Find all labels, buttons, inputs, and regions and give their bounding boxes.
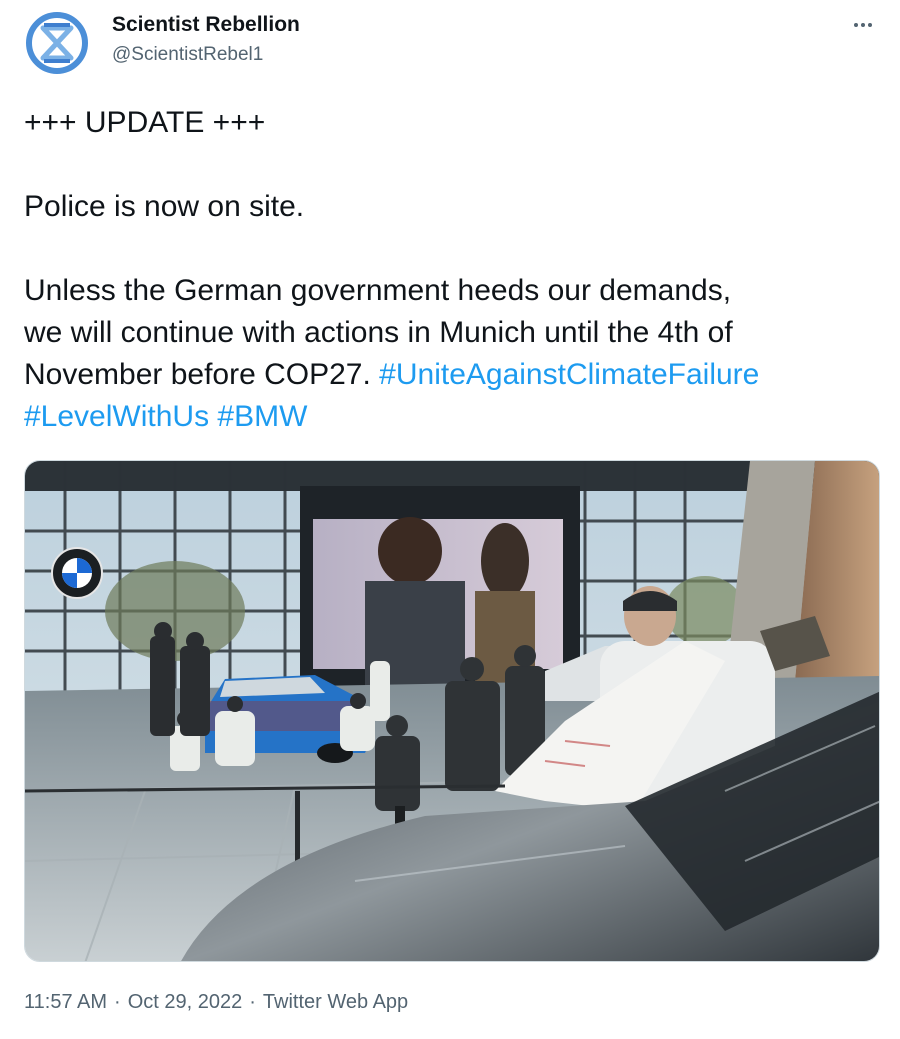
tweet-time[interactable]: 11:57 AM — [24, 991, 107, 1013]
more-horizontal-icon-dot — [861, 23, 865, 27]
tweet-text-line: Unless the German government heeds our d… — [24, 274, 732, 307]
showroom-photo — [25, 461, 879, 961]
tweet-text-line: Police is now on site. — [24, 190, 305, 223]
author-display-name[interactable]: Scientist Rebellion — [112, 12, 300, 38]
tweet-source[interactable]: Twitter Web App — [263, 991, 408, 1013]
more-horizontal-icon — [854, 23, 858, 27]
hashtag-link[interactable]: #UniteAgainstClimateFailure — [379, 358, 759, 391]
author-handle[interactable]: @ScientistRebel1 — [112, 42, 300, 68]
hashtag-link[interactable]: #BMW — [217, 400, 307, 433]
tweet-text-line: +++ UPDATE +++ — [24, 106, 266, 139]
bmw-logo-icon — [51, 547, 103, 599]
tweet-text: +++ UPDATE +++ Police is now on site. Un… — [24, 102, 884, 438]
tweet-card: Scientist Rebellion @ScientistRebel1 +++… — [0, 0, 900, 1039]
more-options-button[interactable] — [848, 12, 878, 38]
tweet-text-line: November before COP27. #UniteAgainstClim… — [24, 354, 884, 396]
meta-separator: · — [249, 991, 256, 1013]
tweet-media-photo[interactable] — [24, 460, 880, 962]
extinction-hourglass-logo-icon — [26, 12, 88, 74]
avatar[interactable] — [24, 10, 90, 76]
tweet-date[interactable]: Oct 29, 2022 — [128, 991, 243, 1013]
hashtag-link[interactable]: #LevelWithUs — [24, 400, 209, 433]
more-horizontal-icon-dot — [868, 23, 872, 27]
tweet-meta: 11:57 AM · Oct 29, 2022 · Twitter Web App — [24, 988, 408, 1016]
tweet-text-line: we will continue with actions in Munich … — [24, 316, 733, 349]
tweet-text-line: #LevelWithUs #BMW — [24, 396, 884, 438]
tweet-text-fragment: November before COP27. — [24, 358, 380, 391]
author-block: Scientist Rebellion @ScientistRebel1 — [112, 12, 300, 68]
meta-separator: · — [114, 991, 121, 1013]
